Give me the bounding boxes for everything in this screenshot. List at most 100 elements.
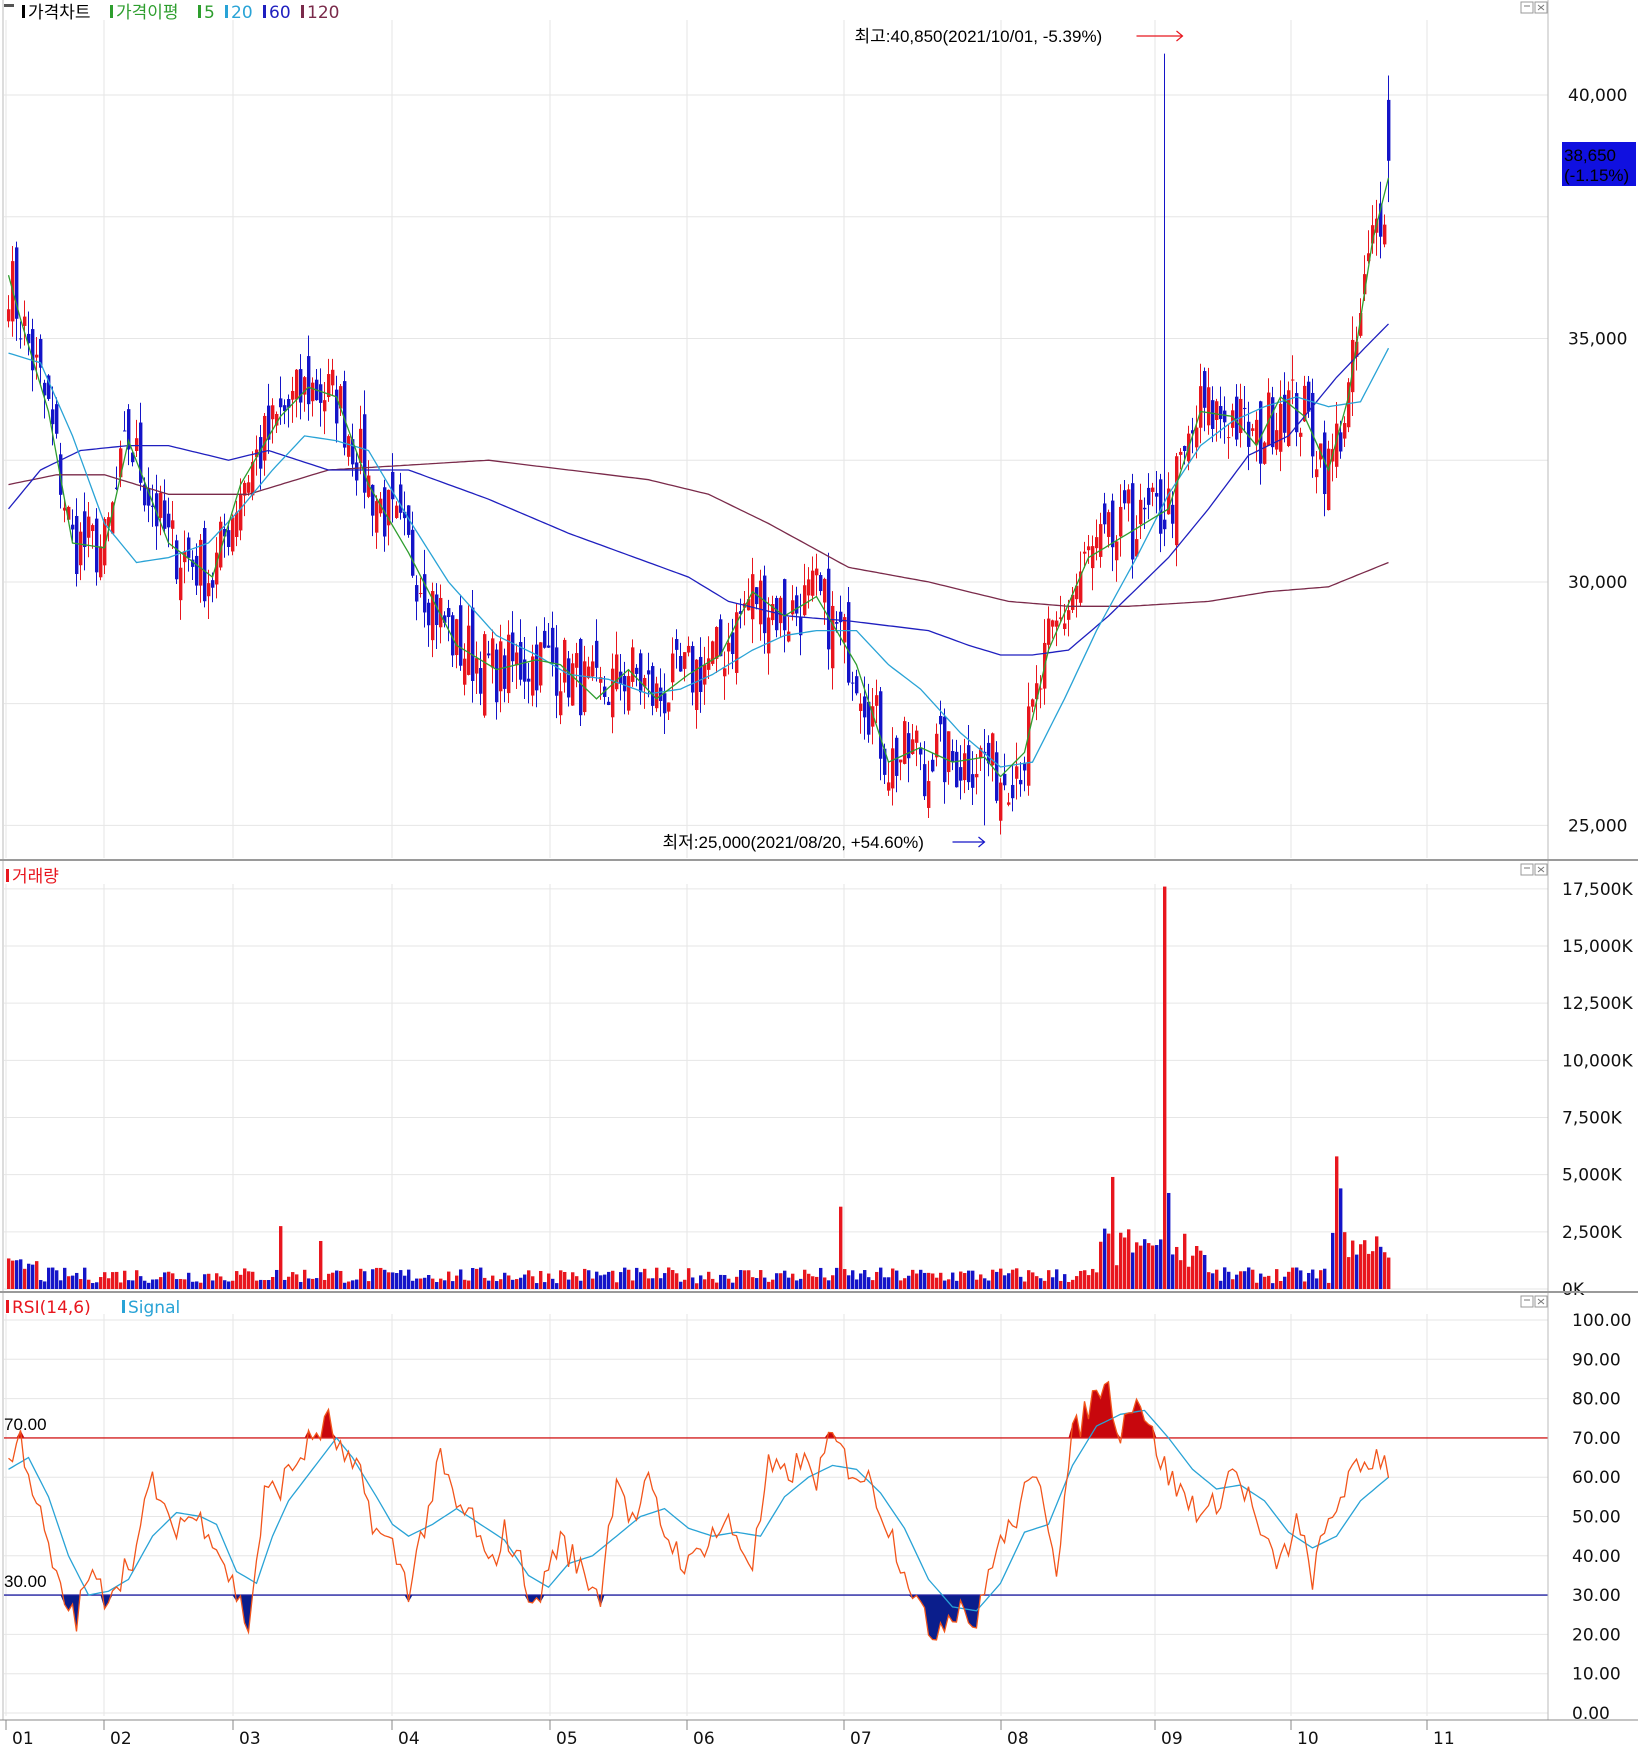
volume-bar: [975, 1279, 979, 1289]
volume-bar: [1019, 1276, 1023, 1289]
candle-body: [543, 630, 547, 648]
volume-bar: [1347, 1257, 1351, 1289]
volume-bar: [1143, 1239, 1147, 1289]
volume-bar: [1307, 1272, 1311, 1289]
candle-body: [795, 595, 799, 614]
volume-bar: [1079, 1270, 1083, 1289]
x-tick-label: 03: [239, 1729, 261, 1749]
volume-bar: [1219, 1280, 1223, 1289]
volume-bar: [971, 1270, 975, 1289]
volume-bar: [707, 1271, 711, 1289]
candle-body: [1091, 546, 1095, 569]
volume-bar: [423, 1277, 427, 1289]
volume-bar: [435, 1282, 439, 1289]
volume-bar: [195, 1281, 199, 1289]
maximize-button[interactable]: [1520, 863, 1534, 876]
volume-bar: [627, 1269, 631, 1289]
candle-body: [1195, 427, 1199, 448]
price-legend-item: 5: [204, 3, 215, 23]
candle-body: [691, 646, 695, 693]
volume-bar: [683, 1279, 687, 1289]
candle-body: [1051, 620, 1055, 627]
volume-bar: [615, 1282, 619, 1289]
volume-bar: [1151, 1245, 1155, 1289]
volume-bar: [467, 1280, 471, 1289]
volume-bar: [575, 1276, 579, 1289]
volume-bar: [127, 1280, 131, 1289]
candle-body: [731, 632, 735, 655]
volume-bar: [867, 1277, 871, 1289]
volume-bar: [299, 1281, 303, 1289]
volume-bar: [383, 1269, 387, 1289]
maximize-button[interactable]: [1520, 1, 1534, 14]
candle-body: [1299, 432, 1303, 437]
volume-bar: [1039, 1278, 1043, 1289]
volume-bar: [1343, 1232, 1347, 1289]
volume-bar: [155, 1279, 159, 1289]
price-tick-label: 30,000: [1568, 573, 1627, 593]
volume-bar: [231, 1280, 235, 1289]
price-legend-item: 가격이평: [116, 3, 179, 23]
candle-body: [495, 649, 499, 703]
volume-bar: [987, 1280, 991, 1289]
candle-body: [1383, 224, 1387, 245]
volume-bar: [355, 1279, 359, 1289]
candle-body: [915, 730, 919, 743]
candle-body: [751, 574, 755, 620]
volume-bar: [1083, 1270, 1087, 1289]
candle-body: [595, 640, 599, 668]
volume-bar: [1355, 1254, 1359, 1289]
rsi-tick-label: 50.00: [1572, 1508, 1621, 1528]
candle-body: [311, 382, 315, 402]
candle-body: [999, 782, 1003, 821]
candle-body: [899, 759, 903, 763]
volume-bar: [303, 1269, 307, 1289]
candle-body: [1015, 766, 1019, 779]
candle-body: [695, 659, 699, 710]
volume-bar: [275, 1269, 279, 1289]
volume-bar: [803, 1269, 807, 1289]
volume-bar: [23, 1268, 27, 1289]
candle-body: [1307, 381, 1311, 412]
candle-body: [291, 390, 295, 400]
volume-bar: [463, 1279, 467, 1289]
volume-bar: [823, 1277, 827, 1289]
volume-bar: [775, 1273, 779, 1289]
volume-bar: [339, 1270, 343, 1289]
volume-bar: [307, 1278, 311, 1289]
candle-body: [171, 520, 175, 529]
candle-body: [79, 531, 83, 566]
candle-body: [579, 639, 583, 716]
candle-body: [759, 580, 763, 625]
volume-bar: [611, 1270, 615, 1289]
candle-body: [947, 731, 951, 773]
candle-body: [423, 574, 427, 613]
volume-bar: [1003, 1275, 1007, 1289]
volume-bar: [1139, 1245, 1143, 1289]
maximize-button[interactable]: [1520, 1295, 1534, 1308]
volume-bar: [667, 1267, 671, 1289]
candle-body: [1179, 451, 1183, 455]
candle-body: [1227, 437, 1231, 439]
candle-body: [567, 658, 571, 698]
volume-bar: [895, 1270, 899, 1289]
volume-bar: [543, 1282, 547, 1289]
x-tick-label: 04: [398, 1729, 420, 1749]
candle-body: [511, 632, 515, 662]
volume-bar: [59, 1280, 63, 1289]
volume-bar: [1363, 1240, 1367, 1289]
volume-bar: [743, 1270, 747, 1289]
volume-bar: [115, 1271, 119, 1289]
volume-bar: [811, 1276, 815, 1289]
volume-bar: [1335, 1156, 1339, 1289]
legend-swatch: [225, 5, 228, 18]
volume-bar: [763, 1277, 767, 1289]
volume-bar: [623, 1267, 627, 1289]
candle-body: [615, 654, 619, 690]
candle-body: [51, 409, 55, 425]
volume-bar: [443, 1280, 447, 1289]
volume-bar: [795, 1280, 799, 1289]
candle-body: [1131, 483, 1135, 560]
volume-bar: [411, 1280, 415, 1289]
candle-body: [1275, 430, 1279, 450]
